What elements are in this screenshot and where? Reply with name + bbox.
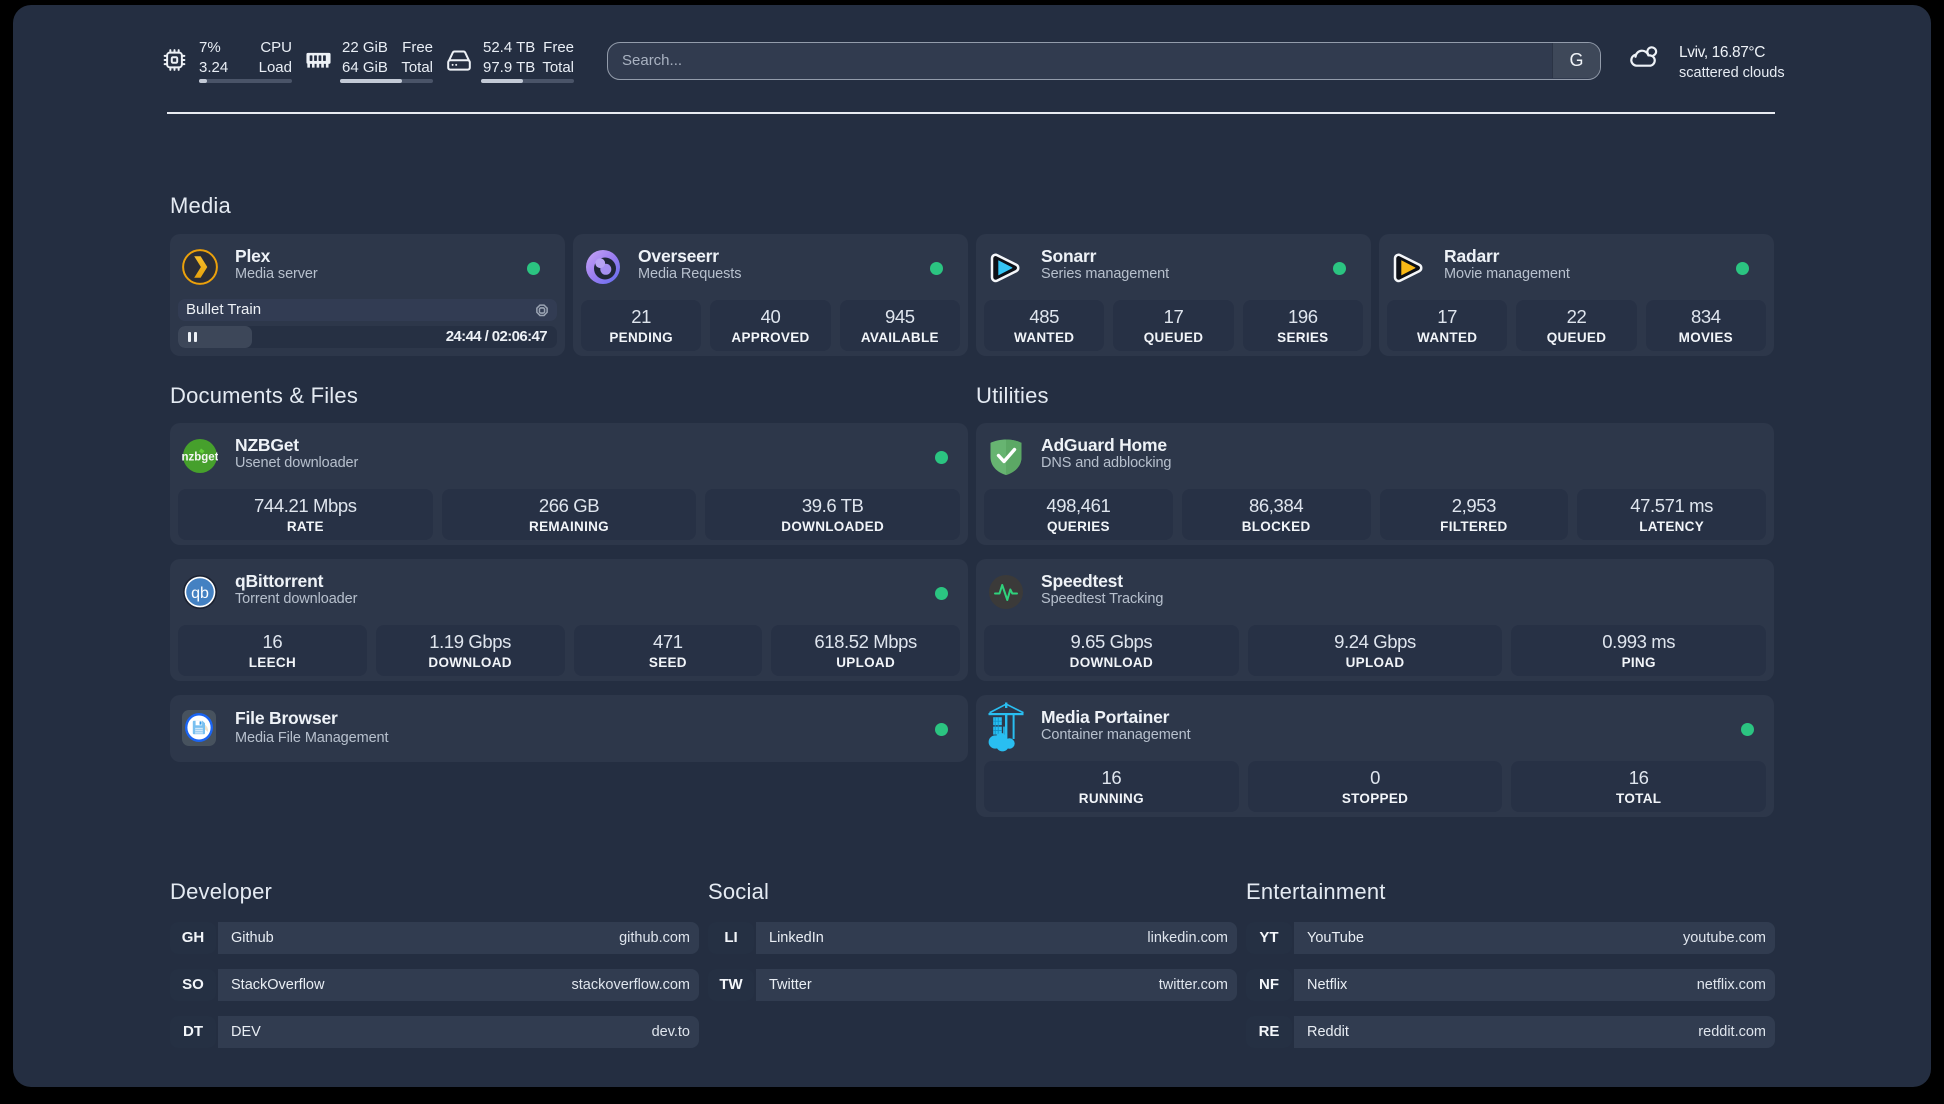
svg-text:nzbget: nzbget: [182, 452, 218, 464]
svg-text:qb: qb: [191, 585, 209, 602]
